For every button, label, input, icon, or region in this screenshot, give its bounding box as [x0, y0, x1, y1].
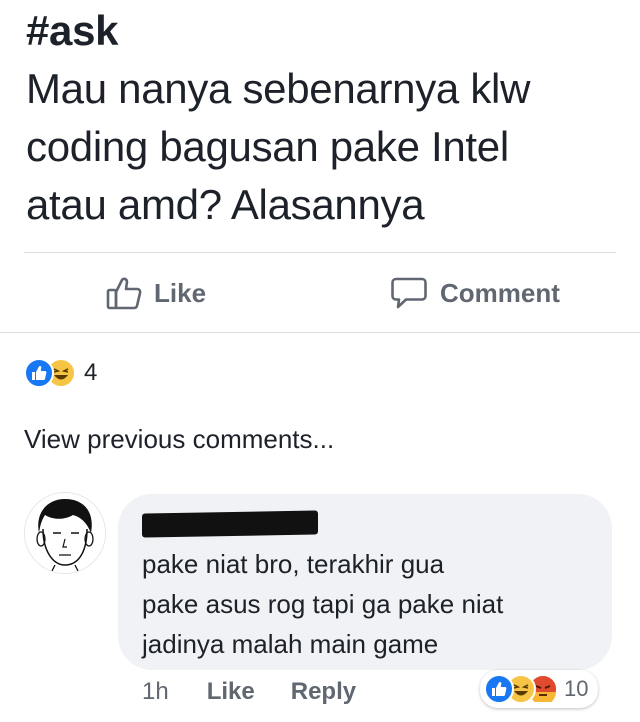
post-line: coding bagusan pake Intel — [26, 123, 509, 170]
comment-timestamp: 1h — [142, 678, 169, 705]
comment-bubble-icon — [390, 276, 428, 310]
redacted-author-name — [142, 510, 318, 538]
post-line: Mau nanya sebenarnya klw — [26, 65, 531, 112]
comment-bubble: pake niat bro, terakhir gua pake asus ro… — [118, 494, 612, 670]
comment-button[interactable]: Comment — [390, 276, 560, 310]
comment-text: pake niat bro, terakhir gua pake asus ro… — [142, 544, 582, 664]
post-text: #ask Mau nanya sebenarnya klw coding bag… — [26, 2, 626, 234]
comment-meta: 1h Like Reply — [142, 678, 392, 706]
comment-reply-button[interactable]: Reply — [291, 678, 356, 706]
avatar[interactable] — [24, 492, 106, 574]
view-previous-comments-link[interactable]: View previous comments... — [24, 424, 334, 455]
comment-line: jadinya malah main game — [142, 629, 439, 659]
like-button[interactable]: Like — [106, 276, 206, 310]
comment-line: pake asus rog tapi ga pake niat — [142, 589, 504, 619]
comment-like-button[interactable]: Like — [207, 678, 255, 706]
avatar-sketch-icon — [25, 493, 105, 573]
divider — [0, 332, 640, 333]
comment-label: Comment — [440, 277, 560, 308]
like-label: Like — [154, 277, 207, 308]
post-hashtag[interactable]: #ask — [26, 2, 626, 60]
reaction-count: 10 — [564, 676, 589, 701]
post-reactions[interactable]: 4 — [24, 358, 97, 388]
post-action-bar: Like Comment — [0, 256, 640, 332]
thumbs-up-icon — [106, 276, 142, 310]
like-icon — [484, 674, 514, 704]
comment-line: pake niat bro, terakhir gua — [142, 549, 445, 579]
comment-reactions[interactable]: 10 — [480, 670, 599, 708]
post-line: atau amd? Alasannya — [26, 181, 425, 228]
reaction-count: 4 — [84, 359, 98, 386]
divider — [24, 252, 616, 253]
like-icon — [24, 358, 54, 388]
